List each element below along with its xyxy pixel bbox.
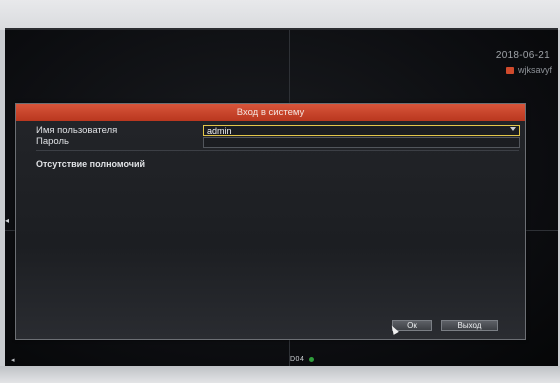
permission-notice: Отсутствие полномочий bbox=[36, 159, 146, 169]
username-value: admin bbox=[207, 125, 232, 136]
exit-button[interactable]: Выход bbox=[441, 320, 498, 331]
password-label: Пароль bbox=[36, 136, 69, 147]
channel-status: D04 bbox=[290, 356, 314, 363]
username-select[interactable]: admin bbox=[203, 125, 520, 136]
status-left-icon: ◂ bbox=[11, 357, 15, 364]
record-status-icon bbox=[308, 356, 314, 362]
photo-surround-top bbox=[0, 0, 560, 30]
date-display: 2018-06-21 bbox=[495, 50, 550, 61]
wifi-icon bbox=[505, 66, 514, 74]
side-arrow-icon: ◂ bbox=[5, 216, 10, 225]
photo-surround-bottom bbox=[0, 366, 560, 383]
password-field[interactable] bbox=[203, 137, 520, 148]
chevron-down-icon[interactable] bbox=[510, 127, 516, 131]
username-label: Имя пользователя bbox=[36, 125, 118, 136]
network-label: wjksavyf bbox=[517, 65, 552, 75]
divider bbox=[36, 150, 519, 151]
login-dialog: Вход в систему Имя пользователя admin Па… bbox=[15, 103, 526, 340]
channel-label: D04 bbox=[290, 356, 305, 363]
dialog-title: Вход в систему bbox=[16, 104, 525, 121]
network-status: wjksavyf bbox=[505, 65, 552, 75]
ok-button[interactable]: Ок bbox=[392, 320, 432, 331]
